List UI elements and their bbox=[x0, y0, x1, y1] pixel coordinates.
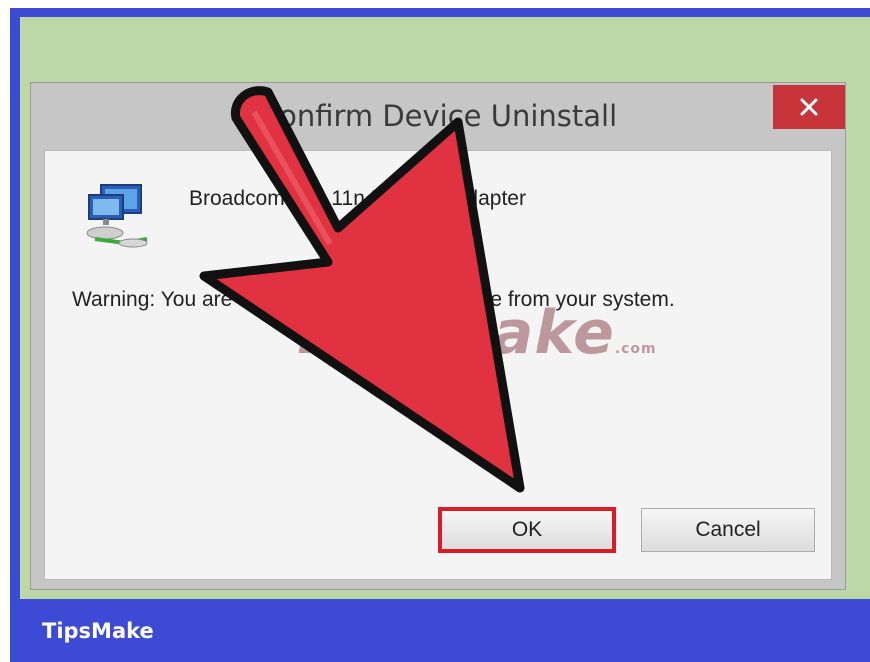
network-adapter-icon bbox=[86, 184, 148, 248]
dialog-body: Broadcom 802.11n Network Adapter Warning… bbox=[44, 150, 832, 580]
close-icon bbox=[800, 98, 818, 116]
footer-brand: TipsMake bbox=[42, 619, 154, 643]
confirm-uninstall-dialog: Confirm Device Uninstall Broadcom 802.11… bbox=[30, 82, 846, 590]
close-button[interactable] bbox=[773, 85, 845, 129]
cancel-button[interactable]: Cancel bbox=[641, 508, 815, 552]
warning-text: Warning: You are about to uninstall this… bbox=[72, 288, 675, 311]
ok-button[interactable]: OK bbox=[438, 507, 616, 553]
device-name: Broadcom 802.11n Network Adapter bbox=[189, 187, 526, 210]
dialog-title: Confirm Device Uninstall bbox=[258, 99, 618, 133]
